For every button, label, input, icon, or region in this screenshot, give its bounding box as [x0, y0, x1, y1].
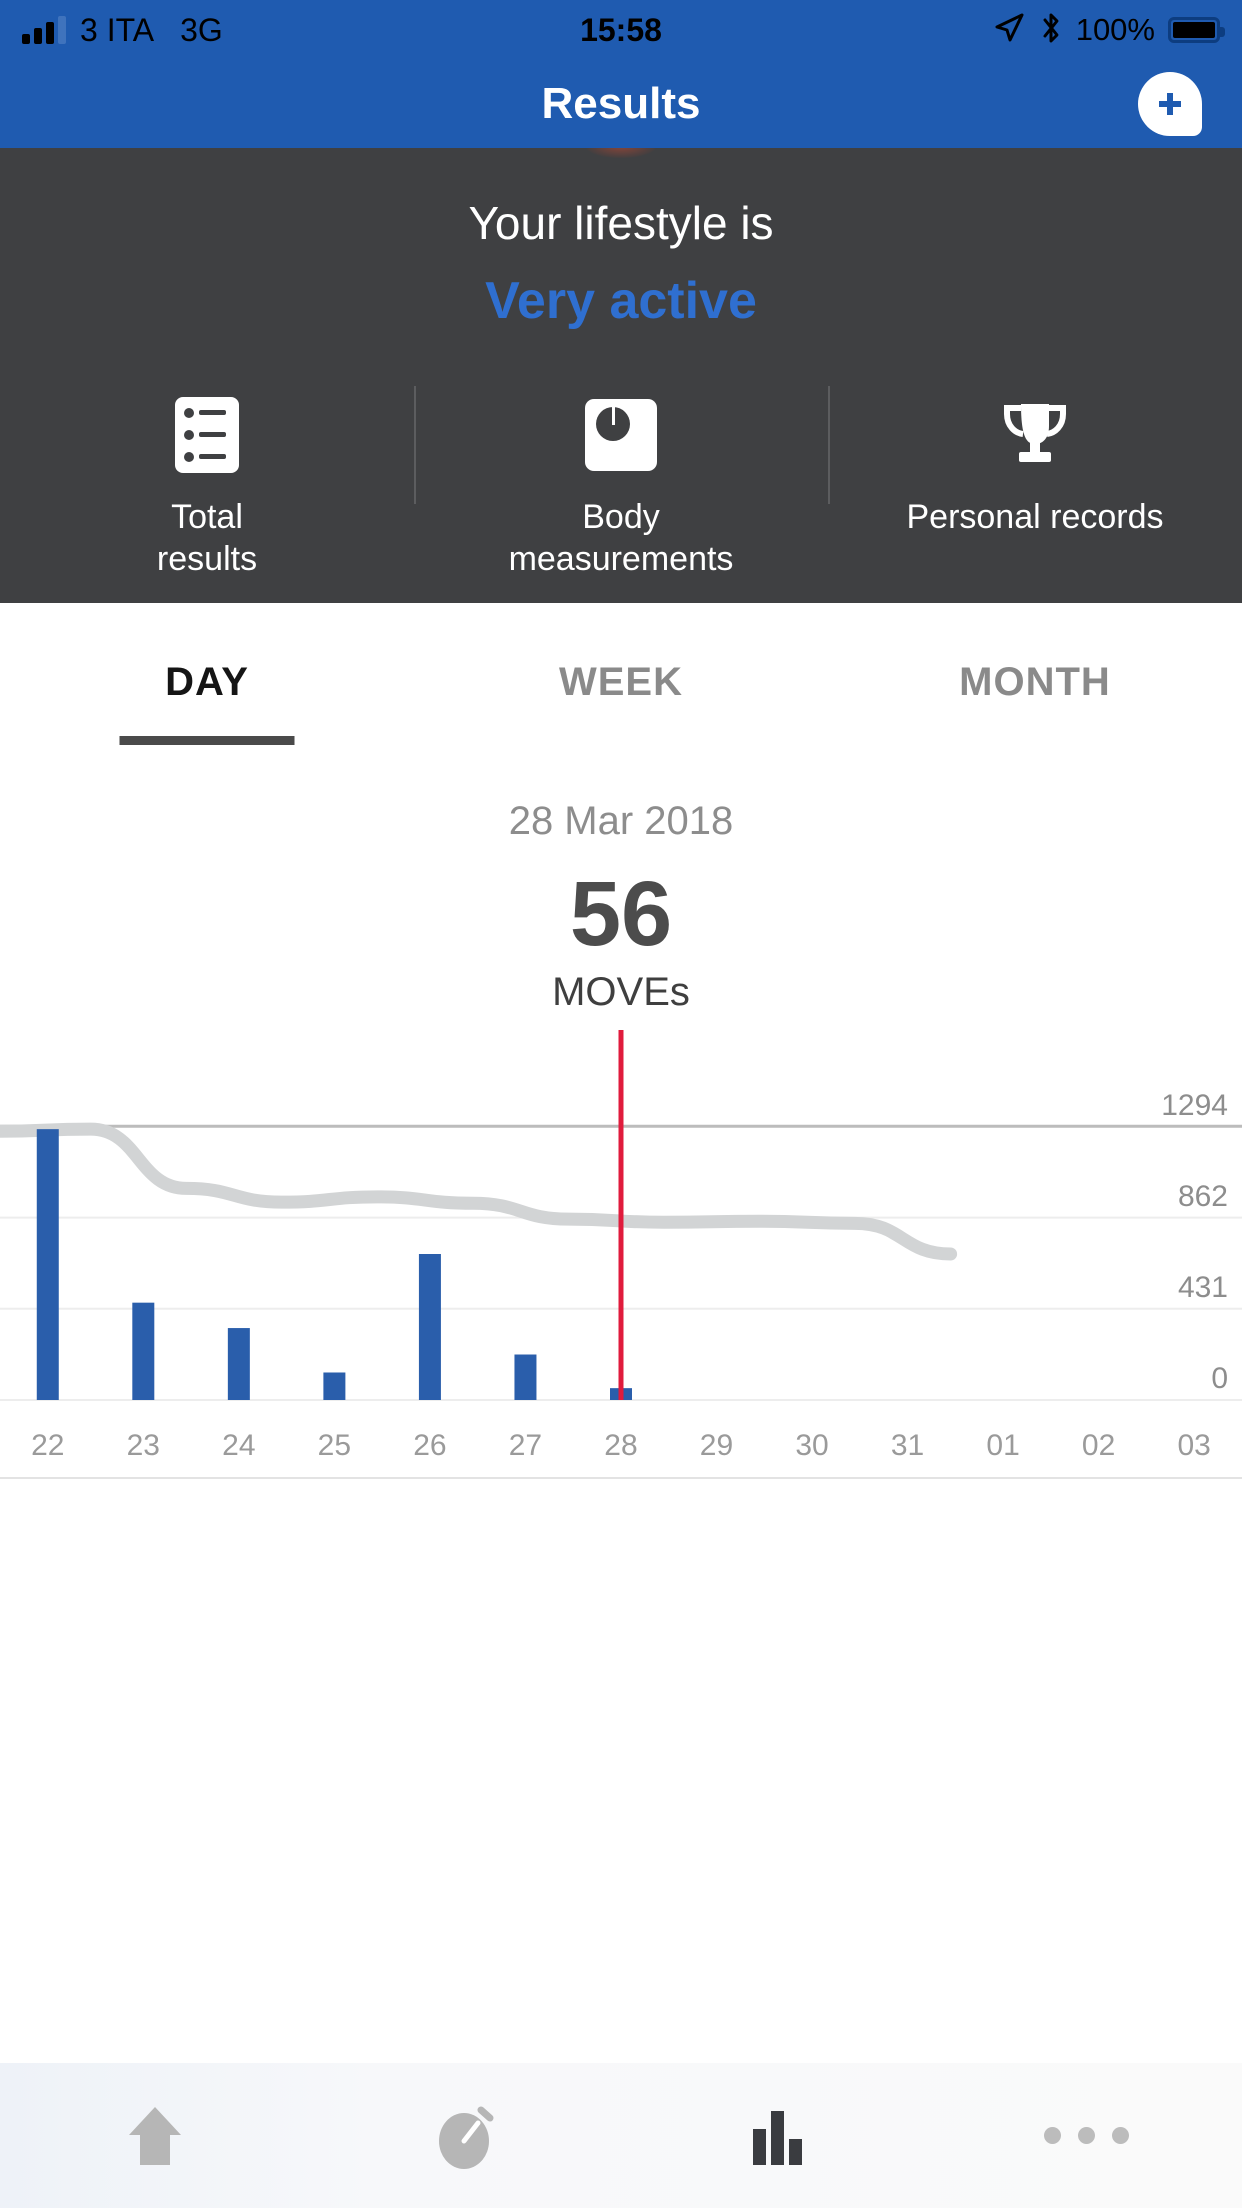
x-axis-tick: 22 — [31, 1429, 65, 1463]
shortcut-label-line2: results — [156, 540, 258, 579]
location-arrow-icon — [992, 11, 1026, 50]
x-axis-tick: 27 — [508, 1429, 543, 1463]
bottom-navigation — [0, 2063, 1242, 2208]
add-button[interactable] — [1138, 72, 1202, 136]
x-axis-tick: 02 — [1081, 1429, 1116, 1463]
home-icon — [129, 2106, 182, 2165]
lifestyle-value-label: Very active — [485, 271, 757, 330]
x-axis-tick: 28 — [604, 1429, 638, 1463]
shortcut-label: Personal records — [906, 496, 1163, 539]
shortcut-row: Total results Body measurements Personal… — [0, 385, 1242, 581]
chart-bars — [36, 1129, 632, 1401]
shortcut-label-line1: Personal records — [906, 497, 1164, 536]
nav-stopwatch[interactable] — [311, 2093, 622, 2179]
bluetooth-icon — [1039, 10, 1063, 51]
x-axis-tick: 30 — [795, 1429, 829, 1463]
x-axis-tick: 31 — [890, 1429, 925, 1463]
tab-week[interactable]: WEEK — [414, 603, 828, 763]
nav-bar: Results — [0, 60, 1242, 148]
nav-more[interactable] — [932, 2127, 1242, 2144]
chart-bar[interactable] — [418, 1254, 441, 1401]
x-axis-tick: 24 — [222, 1429, 256, 1463]
chart-bar[interactable] — [514, 1354, 537, 1401]
chart-bar[interactable] — [132, 1303, 155, 1401]
shortcut-label-line2: measurements — [508, 540, 734, 579]
activity-chart[interactable]: 1294 862 431 0 — [0, 1030, 1242, 1415]
summary-unit: MOVEs — [552, 970, 690, 1015]
summary-block: 28 Mar 2018 56 MOVEs — [0, 763, 1242, 1016]
stopwatch-icon — [438, 2106, 494, 2169]
shortcut-label: Total results — [157, 496, 257, 581]
y-axis-label: 1294 — [1161, 1088, 1228, 1122]
x-axis-tick: 23 — [126, 1429, 160, 1463]
page-title: Results — [541, 79, 701, 128]
tab-day[interactable]: DAY — [0, 603, 414, 763]
plus-icon — [1152, 86, 1188, 122]
tab-label: WEEK — [559, 660, 683, 705]
tab-label: DAY — [165, 660, 249, 705]
photo-edge-artifact — [586, 148, 656, 158]
shortcut-label-line1: Body — [582, 497, 660, 536]
status-bar: 3 ITA 3G 15:58 100% — [0, 0, 1242, 60]
nav-results[interactable] — [621, 2093, 932, 2179]
lifestyle-panel: Your lifestyle is Very active Total resu… — [0, 148, 1242, 603]
y-axis-label: 862 — [1177, 1179, 1228, 1213]
trend-line — [0, 1123, 958, 1261]
x-axis-tick: 25 — [317, 1429, 352, 1463]
x-axis-tick: 03 — [1177, 1429, 1211, 1463]
chart-bar[interactable] — [36, 1129, 59, 1401]
nav-home[interactable] — [0, 2093, 311, 2179]
y-axis-label: 431 — [1177, 1271, 1228, 1305]
chart-bar[interactable] — [323, 1372, 346, 1401]
list-icon — [175, 396, 239, 473]
chart-bar[interactable] — [227, 1328, 250, 1401]
shortcut-body-measurements[interactable]: Body measurements — [414, 385, 828, 581]
period-tabs: DAY WEEK MONTH — [0, 602, 1242, 763]
battery-percent-label: 100% — [1075, 12, 1155, 47]
shortcut-personal-records[interactable]: Personal records — [828, 385, 1242, 539]
bar-chart-icon — [753, 2110, 803, 2165]
summary-value: 56 — [569, 862, 673, 965]
chart-canvas — [0, 1030, 1242, 1402]
lifestyle-prefix-label: Your lifestyle is — [468, 197, 774, 249]
scale-icon — [585, 398, 657, 471]
tab-label: MONTH — [959, 660, 1111, 705]
battery-full-icon — [1168, 17, 1225, 43]
summary-date: 28 Mar 2018 — [508, 798, 734, 843]
status-bar-right: 100% — [992, 10, 1225, 51]
trophy-icon — [1004, 403, 1066, 462]
x-axis-tick: 01 — [986, 1429, 1020, 1463]
tab-month[interactable]: MONTH — [828, 603, 1242, 763]
shortcut-total-results[interactable]: Total results — [0, 396, 414, 581]
x-axis-tick: 26 — [413, 1429, 447, 1463]
y-axis-label: 0 — [1211, 1362, 1228, 1396]
shortcut-label: Body measurements — [509, 496, 734, 581]
x-axis-tick: 29 — [699, 1429, 734, 1463]
x-axis: 22 23 24 25 26 27 28 29 30 31 01 02 03 — [0, 1415, 1242, 1480]
more-icon — [1044, 2127, 1130, 2144]
shortcut-label-line1: Total — [171, 497, 243, 536]
